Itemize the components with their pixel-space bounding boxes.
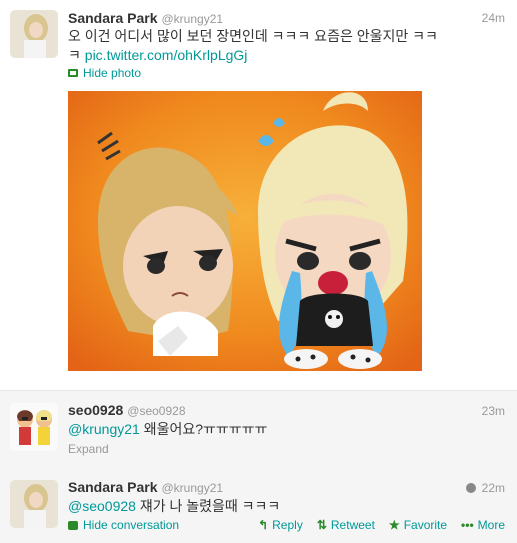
mention-link[interactable]: @krungy21: [68, 421, 140, 437]
author-name[interactable]: seo0928: [68, 402, 123, 418]
expand-link[interactable]: Expand: [68, 442, 109, 456]
avatar[interactable]: [10, 480, 58, 528]
author-username[interactable]: @krungy21: [162, 481, 224, 495]
timestamp[interactable]: 24m: [482, 11, 505, 25]
more-label: More: [477, 518, 505, 532]
author-name[interactable]: Sandara Park: [68, 479, 158, 495]
more-icon: •••: [461, 518, 474, 532]
tweet-text-prefix: ㅋ: [68, 47, 81, 63]
star-icon: ★: [388, 518, 400, 532]
photo-icon: [68, 69, 78, 77]
reply-icon: ↰: [258, 518, 269, 532]
tweet-text-line: ㅋ pic.twitter.com/ohKrlpLgGj: [68, 46, 438, 65]
tweet-text: @krungy21 왜울어요?ㅠㅠㅠㅠㅠ: [68, 420, 267, 439]
timestamp[interactable]: 22m: [465, 481, 505, 495]
avatar[interactable]: [10, 403, 58, 451]
retweet-icon: ⇅: [316, 518, 327, 532]
avatar[interactable]: [10, 10, 58, 58]
tweet-text-body: 왜울어요?ㅠㅠㅠㅠㅠ: [139, 421, 268, 437]
favorite-button[interactable]: ★ Favorite: [389, 518, 447, 532]
tweet-text-line: 오 이건 어디서 많이 보던 장면인데 ㅋㅋㅋ 요즘은 안울지만 ㅋㅋ: [68, 28, 438, 44]
retweet-label: Retweet: [330, 518, 375, 532]
reply-label: Reply: [272, 518, 303, 532]
hide-photo-link[interactable]: Hide photo: [68, 66, 141, 80]
tweet-photo[interactable]: [68, 91, 422, 371]
hide-conversation-label: Hide conversation: [83, 518, 180, 532]
reply-button[interactable]: ↰ Reply: [258, 518, 303, 532]
tweet[interactable]: Sandara Park @krungy21 24m 오 이건 어디서 많이 보…: [0, 0, 517, 390]
timestamp[interactable]: 23m: [482, 404, 505, 418]
globe-icon: [465, 483, 476, 493]
timestamp-label: 22m: [481, 481, 505, 495]
tweet-text: @seo0928 쟤가 나 놀렸을때 ㅋㅋㅋ: [68, 497, 280, 516]
conversation-icon: [68, 520, 78, 530]
hide-conversation-link[interactable]: Hide conversation: [68, 518, 179, 532]
favorite-label: Favorite: [403, 518, 448, 532]
retweet-button[interactable]: ⇅ Retweet: [317, 518, 375, 532]
tweet-photo-link[interactable]: pic.twitter.com/ohKrlpLgGj: [85, 47, 248, 63]
tweet[interactable]: seo0928 @seo0928 23m @krungy21 왜울어요?ㅠㅠㅠㅠ…: [0, 390, 517, 465]
tweet-actions: ↰ Reply ⇅ Retweet ★ Favorite ••• More: [258, 518, 505, 532]
more-button[interactable]: ••• More: [461, 518, 505, 532]
tweet-text: 오 이건 어디서 많이 보던 장면인데 ㅋㅋㅋ 요즘은 안울지만 ㅋㅋ ㅋ pi…: [68, 27, 438, 65]
author-username[interactable]: @krungy21: [162, 12, 224, 26]
author-username[interactable]: @seo0928: [127, 404, 185, 418]
author-name[interactable]: Sandara Park: [68, 10, 158, 26]
hide-photo-label: Hide photo: [83, 66, 142, 80]
mention-link[interactable]: @seo0928: [68, 498, 136, 514]
tweet[interactable]: Sandara Park @krungy21 22m @seo0928 쟤가 나…: [0, 464, 517, 543]
tweet-text-body: 쟤가 나 놀렸을때 ㅋㅋㅋ: [135, 498, 281, 514]
